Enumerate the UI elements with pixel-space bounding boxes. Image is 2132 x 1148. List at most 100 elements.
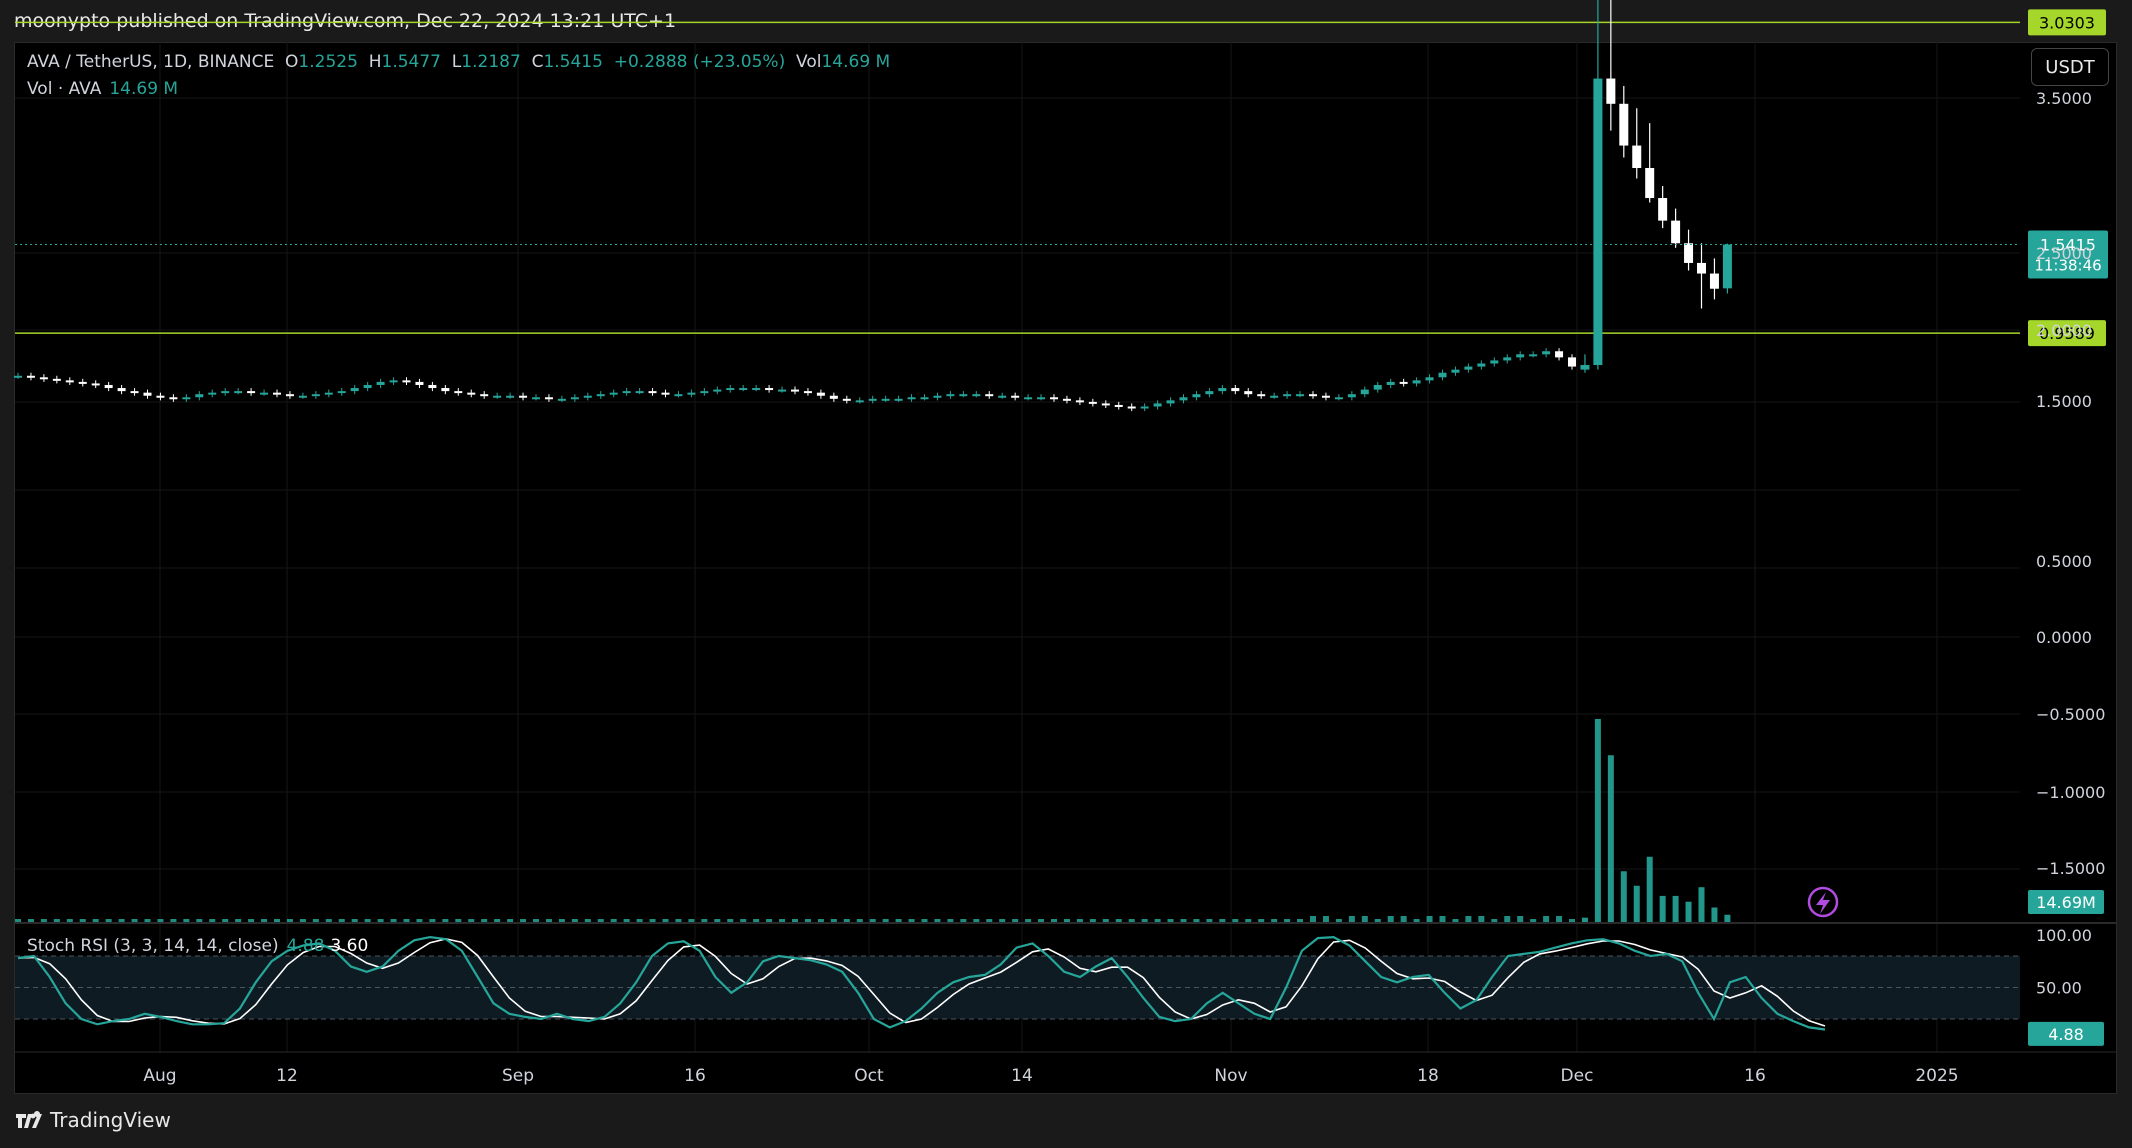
volume-bar — [1685, 901, 1692, 922]
candle-body — [532, 397, 540, 400]
price-axis-tick-label: 0.0000 — [2036, 628, 2092, 647]
candle-body — [1257, 394, 1266, 397]
candle-body — [1568, 357, 1576, 367]
volume-bar — [1594, 719, 1601, 922]
candle-body — [778, 389, 787, 392]
symbol-label: AVA / TetherUS, 1D, BINANCE — [27, 52, 275, 72]
candle-body — [972, 394, 981, 397]
volume-bar — [1219, 919, 1226, 922]
candle-body — [583, 395, 592, 398]
volume-bar — [1711, 907, 1718, 922]
volume-bar — [481, 919, 488, 922]
volume-bar — [571, 919, 578, 922]
candle-body — [1503, 357, 1512, 361]
candle-body — [1722, 244, 1732, 289]
volume-bar — [947, 919, 954, 922]
volume-bar — [299, 919, 306, 922]
candle-body — [156, 395, 165, 398]
volume-legend: Vol · AVA 14.69 M — [27, 79, 178, 99]
stoch-rsi-label: Stoch RSI (3, 3, 14, 14, close) — [27, 936, 279, 956]
volume-bar — [1038, 919, 1045, 922]
volume-bar — [312, 919, 319, 922]
volume-bar — [1025, 919, 1032, 922]
candle-body — [182, 397, 191, 400]
volume-bar — [856, 919, 863, 922]
volume-bar — [1361, 916, 1368, 922]
candle-body — [26, 375, 35, 378]
volume-bar — [118, 919, 125, 922]
volume-bar — [869, 919, 876, 922]
volume-bar — [27, 919, 34, 922]
volume-bar — [1193, 919, 1200, 922]
candle-body — [298, 395, 307, 398]
time-axis-tick-label: 12 — [276, 1066, 298, 1086]
candle-body — [1309, 394, 1317, 397]
currency-button[interactable]: USDT — [2031, 48, 2109, 86]
tradingview-footer[interactable]: TradingView — [14, 1108, 171, 1132]
candle-body — [389, 380, 398, 383]
candle-body — [829, 395, 838, 399]
candle-body — [1011, 395, 1020, 398]
price-axis-tick-label: 1.5000 — [2036, 392, 2092, 411]
candle-body — [959, 394, 968, 397]
volume-bar — [1387, 916, 1394, 922]
candle-body — [1127, 406, 1136, 409]
volume-bar — [662, 919, 669, 922]
candle-body — [480, 394, 489, 397]
volume-bar — [1206, 919, 1213, 922]
candle-body — [493, 395, 502, 398]
change-value: +0.2888 (+23.05%) — [613, 52, 786, 72]
candle-body — [1244, 391, 1253, 395]
candle-body — [208, 392, 217, 395]
volume-legend-label: Vol · AVA — [27, 79, 102, 99]
candle-body — [1658, 198, 1668, 221]
volume-bar — [688, 919, 695, 922]
volume-bar — [1413, 919, 1420, 922]
price-axis-tick-label: −1.5000 — [2036, 859, 2105, 878]
volume-bar — [1322, 916, 1329, 922]
candle-body — [350, 388, 359, 392]
price-chart[interactable]: 3.03030.95891.541511:38:463.50002.50002.… — [0, 0, 2132, 1148]
volume-bar — [1465, 916, 1472, 922]
volume-bar — [817, 919, 824, 922]
candle-body — [467, 392, 476, 395]
volume-bar — [1232, 919, 1239, 922]
volume-value-label: 14.69M — [2036, 893, 2096, 912]
volume-bar — [934, 919, 941, 922]
volume-bar — [1672, 895, 1679, 922]
volume-bar — [1426, 916, 1433, 922]
volume-bar — [79, 919, 86, 922]
candle-body — [868, 398, 877, 401]
volume-bar — [468, 919, 475, 922]
candle-body — [1218, 388, 1227, 392]
volume-bar — [908, 919, 915, 922]
ohlc-legend: AVA / TetherUS, 1D, BINANCE O1.2525 H1.5… — [27, 52, 890, 72]
volume-bar — [999, 919, 1006, 922]
candle-body — [1645, 168, 1655, 199]
candle-body — [596, 394, 605, 397]
candle-body — [1114, 404, 1123, 407]
volume-bar — [1258, 919, 1265, 922]
low-value: 1.2187 — [461, 52, 521, 72]
candle-body — [1477, 363, 1486, 367]
candle-body — [14, 375, 22, 378]
candle-body — [1542, 351, 1551, 355]
candle-body — [1555, 351, 1564, 358]
volume-bar — [66, 919, 73, 922]
volume-bar — [701, 919, 708, 922]
volume-bar — [222, 919, 229, 922]
candle-body — [1606, 78, 1616, 104]
candle-body — [1709, 273, 1719, 289]
stoch-rsi-d-value: 3.60 — [330, 936, 369, 956]
price-axis-tick-label: 2.5000 — [2036, 244, 2092, 263]
candle-body — [1153, 403, 1162, 407]
volume-bar — [53, 919, 60, 922]
candle-body — [376, 381, 385, 385]
candle-body — [1101, 403, 1110, 406]
volume-bar — [183, 919, 190, 922]
candle-body — [273, 392, 281, 395]
volume-bar — [1076, 919, 1083, 922]
candle-body — [1024, 397, 1033, 400]
high-label: H — [368, 52, 382, 72]
volume-bar — [1089, 919, 1096, 922]
